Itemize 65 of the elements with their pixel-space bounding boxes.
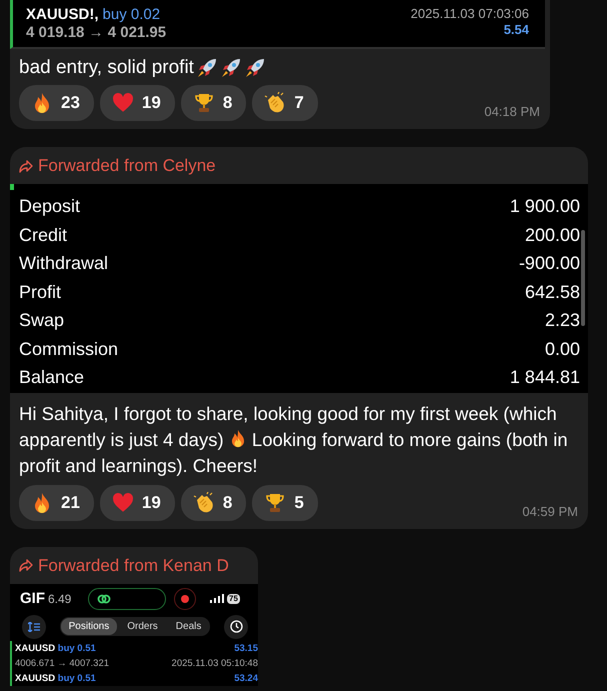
trade-time: 2025.11.03 07:03:06 [410,6,529,21]
position-profit: 53.15 [234,642,258,654]
rocket-icon [220,57,242,79]
position-prices: 4006.671 → 4007.321 [15,658,110,668]
tab[interactable]: Deals [168,618,210,635]
sort-icon [28,622,40,632]
trade-symbol: XAUUSD!, [26,6,99,23]
report-label: Commission [19,338,118,360]
forwarded-label[interactable]: Forwarded from Kenan D [38,556,229,576]
trade-prices: 4 019.18 → 4 021.95 [26,24,166,41]
gif-label: GIF [20,590,45,607]
link-icon [97,592,111,604]
trophy-icon [192,92,215,114]
rocket-icon [196,57,218,79]
clapping-hands-icon [192,492,215,514]
signal-icon [210,594,224,603]
forward-icon [19,559,33,572]
report-value: -900.00 [518,253,580,274]
battery-level: 75 [227,594,240,604]
reaction-button[interactable]: 19 [100,85,175,121]
status-mark [10,184,14,190]
position-profit: 53.24 [234,672,258,684]
tab[interactable]: Positions [60,618,118,635]
trade-profit: 5.54 [504,22,529,37]
heart-icon [112,492,134,514]
report-value: 642.58 [524,282,580,303]
heart-icon [112,92,134,114]
reaction-button[interactable]: 8 [180,85,246,121]
reaction-button[interactable]: 7 [252,85,318,121]
reaction-button[interactable]: 19 [100,484,175,520]
trade-side: buy 0.02 [102,6,160,23]
scrollbar[interactable] [581,230,585,326]
report-label: Withdrawal [19,253,108,274]
clock-icon [230,620,242,633]
report-label: Profit [19,282,62,303]
trophy-icon [264,492,286,514]
reaction-button[interactable]: 8 [180,484,246,520]
report-label: Credit [19,224,68,246]
rocket-icon [244,57,266,79]
report-value: 1 900.00 [510,196,580,218]
forwarded-label[interactable]: Forwarded from Celyne [38,156,216,176]
report-label: Deposit [19,196,80,218]
reaction-button[interactable]: 21 [19,484,94,520]
reaction-button[interactable]: 23 [19,85,94,121]
message-text: bad entry, solid profit [19,57,194,79]
report-value: 1 844.81 [510,367,580,388]
message-time: 04:59 PM [522,504,578,520]
report-value: 2.23 [544,310,580,332]
position-time: 2025.11.03 05:10:48 [172,658,258,668]
history-button[interactable] [224,614,248,638]
message-text: Hi Sahitya, I forgot to share, looking good for my first week (which apparently is just 4 days) Looking forward to more gains (both in profit and learnings). Cheers! [18,402,569,478]
position-symbol: XAUUSD buy 0.51 [15,642,96,654]
report-value: 200.00 [524,224,580,246]
forward-icon [19,160,33,172]
report-label: Swap [19,310,64,332]
report-value: 0.00 [544,338,580,360]
message-time: 04:18 PM [484,104,540,121]
status-clock: 6.49 [48,592,72,606]
reaction-button[interactable]: 5 [252,484,318,520]
position-symbol: XAUUSD buy 0.51 [15,672,96,684]
report-label: Balance [19,367,84,388]
record-indicator [174,588,196,610]
tab[interactable]: Orders [119,618,166,635]
clapping-hands-icon [264,92,286,114]
sort-button[interactable] [22,614,46,638]
